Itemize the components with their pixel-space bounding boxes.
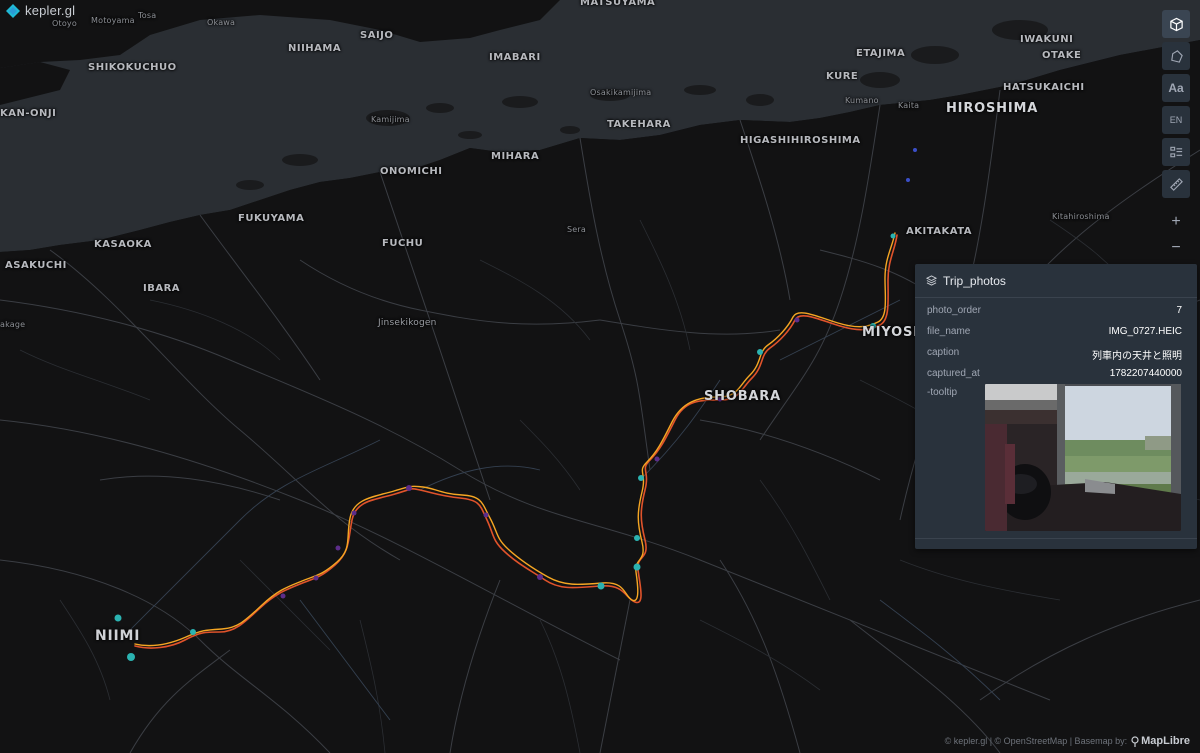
place-label: FUCHU — [382, 238, 424, 249]
place-label: IMABARI — [489, 52, 541, 63]
tooltip-row: file_name IMG_0727.HEIC — [927, 326, 1182, 342]
place-label: SAIJO — [360, 30, 394, 41]
place-label: TAKEHARA — [607, 119, 671, 130]
maplibre-text: MapLibre — [1141, 735, 1190, 747]
legend-button[interactable] — [1162, 138, 1190, 166]
place-label: FUKUYAMA — [238, 213, 305, 224]
tooltip-row: photo_order 7 — [927, 305, 1182, 321]
legend-icon — [1169, 146, 1182, 157]
locale-button[interactable]: EN — [1162, 106, 1190, 134]
map-attribution: © kepler.gl | © OpenStreetMap | Basemap … — [945, 735, 1190, 747]
place-label: ONOMICHI — [380, 166, 443, 177]
place-label: Kitahiroshima — [1052, 212, 1110, 221]
place-label: NIIHAMA — [288, 43, 342, 54]
place-label: MATSUYAMA — [580, 0, 656, 8]
place-label: Otoyo — [52, 19, 77, 28]
tooltip-header: Trip_photos — [915, 264, 1197, 298]
kepler-logo-icon — [6, 3, 20, 18]
zoom-out-button[interactable]: − — [1162, 234, 1190, 262]
place-label: Sera — [567, 225, 586, 234]
tooltip-key: -tooltip — [927, 387, 958, 398]
draw-polygon-button[interactable] — [1162, 42, 1190, 70]
tooltip-key: captured_at — [927, 368, 980, 379]
place-label: AKITAKATA — [906, 226, 972, 237]
split-map-button[interactable] — [1162, 170, 1190, 198]
place-label: KASAOKA — [94, 239, 152, 250]
place-label: HIGASHIHIROSHIMA — [740, 135, 861, 146]
place-label: SHIKOKUCHUO — [88, 62, 177, 73]
place-label: Motoyama — [91, 16, 135, 25]
tooltip-value: IMG_0727.HEIC — [1108, 326, 1182, 337]
place-label: Kamijima — [371, 115, 410, 124]
place-label-city: SHOBARA — [704, 389, 781, 404]
tooltip-row: captured_at 1782207440000 — [927, 368, 1182, 384]
place-label: ASAKUCHI — [5, 260, 67, 271]
tooltip-layer-name: Trip_photos — [943, 273, 1006, 288]
map-tooltip: Trip_photos photo_order 7 file_name IMG_… — [915, 264, 1197, 549]
ruler-icon — [1169, 177, 1183, 191]
3d-view-button[interactable] — [1162, 10, 1190, 38]
tooltip-value: 列車内の天井と照明 — [1092, 351, 1182, 362]
tooltip-row: caption 列車内の天井と照明 — [927, 347, 1182, 363]
tooltip-divider — [915, 538, 1197, 539]
place-label-city: NIIMI — [95, 628, 141, 644]
place-label: Kaita — [898, 101, 920, 110]
place-label: akage — [0, 320, 26, 329]
app-title: kepler.gl — [25, 3, 76, 18]
place-label: MIHARA — [491, 151, 540, 162]
place-label: IWAKUNI — [1020, 34, 1074, 45]
plus-icon: + — [1171, 213, 1181, 230]
language-icon: EN — [1169, 115, 1183, 125]
cube-icon — [1169, 17, 1183, 31]
polygon-icon — [1170, 49, 1183, 63]
tooltip-key: caption — [927, 347, 960, 358]
zoom-in-button[interactable]: + — [1162, 208, 1190, 236]
attribution-text[interactable]: © kepler.gl | © OpenStreetMap | Basemap … — [945, 736, 1128, 746]
app-logo: kepler.gl — [6, 3, 75, 18]
place-label-city: HIROSHIMA — [946, 101, 1039, 116]
tooltip-key: photo_order — [927, 305, 981, 316]
minus-icon: − — [1171, 239, 1181, 256]
place-label: Osakikamijima — [590, 88, 652, 97]
place-label: Okawa — [207, 18, 236, 27]
place-label: HATSUKAICHI — [1003, 82, 1085, 93]
place-label: Kumano — [845, 96, 879, 105]
tooltip-photo — [985, 384, 1181, 531]
tooltip-value: 7 — [1176, 305, 1182, 316]
place-label: IBARA — [143, 283, 181, 294]
place-label: OTAKE — [1042, 50, 1082, 61]
map-labels-button[interactable]: Aa — [1162, 74, 1190, 102]
place-label: KURE — [826, 71, 859, 82]
tooltip-value: 1782207440000 — [1109, 368, 1182, 379]
train-interior-photo — [985, 384, 1181, 531]
place-label: ETAJIMA — [856, 48, 906, 59]
map-pin-icon — [1131, 735, 1139, 747]
tooltip-key: file_name — [927, 326, 971, 337]
place-label: Tosa — [138, 11, 157, 20]
text-icon: Aa — [1168, 81, 1184, 95]
place-label: Jinsekikogen — [378, 318, 437, 328]
layers-icon — [926, 275, 937, 286]
place-label: KAN-ONJI — [0, 108, 57, 119]
maplibre-logo[interactable]: MapLibre — [1131, 735, 1190, 747]
